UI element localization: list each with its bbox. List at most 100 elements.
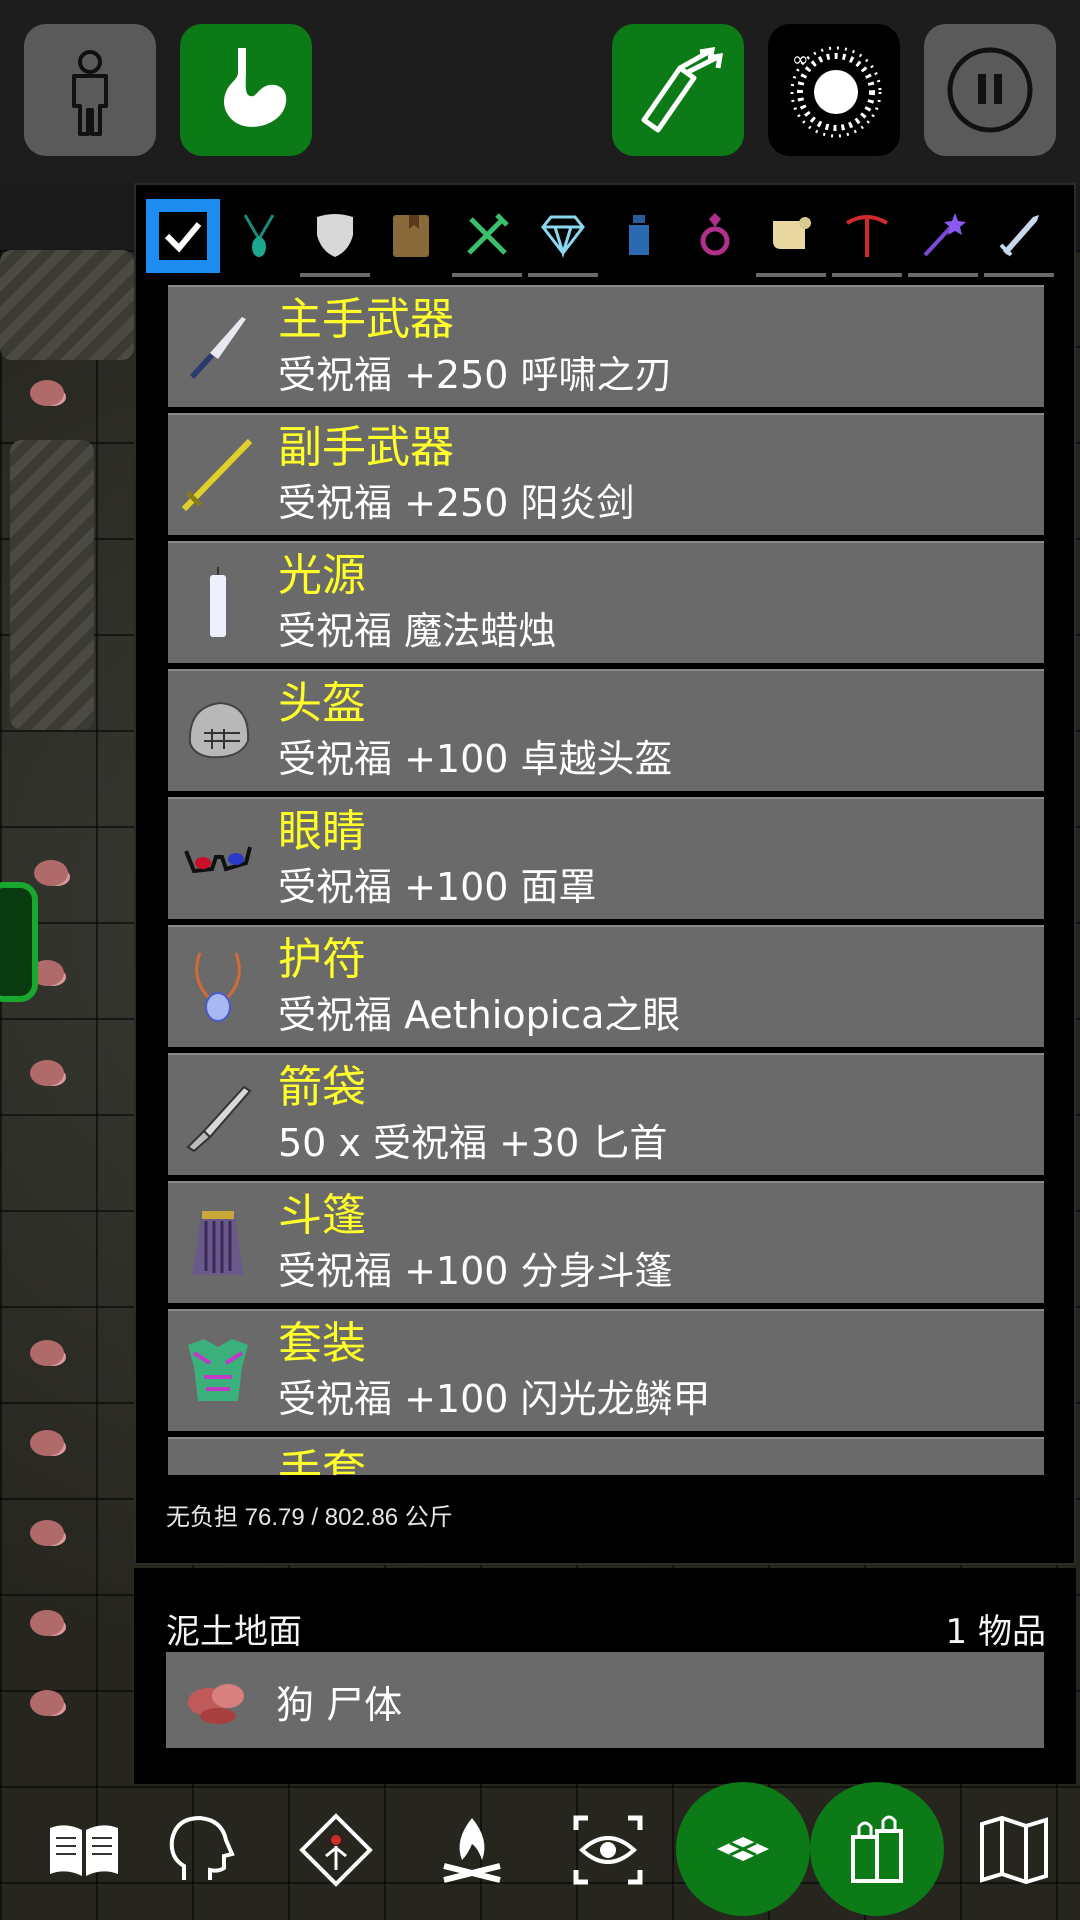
person-icon (72, 50, 108, 136)
blood-splatter (34, 860, 68, 886)
journal-button[interactable] (24, 1790, 144, 1910)
blood-splatter (30, 1060, 64, 1086)
list-item[interactable]: 眼睛 受祝福 +100 面罩 (168, 797, 1044, 919)
potion-icon (629, 215, 649, 255)
tiles-icon (717, 1837, 769, 1861)
item-name: 受祝福 +250 呼啸之刃 (278, 353, 673, 397)
item-slot: 套装 (278, 1318, 366, 1369)
side-drawer-handle[interactable] (0, 882, 38, 1002)
bags-icon (851, 1815, 903, 1883)
floor-title: 泥土地面 (166, 1612, 302, 1652)
gem-icon (541, 215, 585, 259)
floor-item[interactable]: 狗 尸体 (166, 1652, 1044, 1748)
stomach-icon (224, 48, 287, 127)
list-item[interactable]: 头盔 受祝福 +100 卓越头盔 (168, 669, 1044, 791)
item-slot: 副手武器 (278, 422, 454, 473)
list-item[interactable]: 护符 受祝福 Aethiopica之眼 (168, 925, 1044, 1047)
top-bar: ∞ (0, 0, 1080, 185)
map-button[interactable] (954, 1790, 1074, 1910)
tab-wands[interactable] (906, 195, 980, 277)
head-icon (169, 1815, 235, 1880)
dragon-armor-icon (188, 1339, 248, 1401)
floor-button[interactable] (676, 1782, 810, 1916)
item-name: 受祝福 +100 面罩 (278, 865, 597, 909)
cloak-icon (192, 1211, 244, 1275)
tab-gems[interactable] (526, 195, 600, 277)
amulet-icon (243, 214, 275, 257)
item-name: 受祝福 魔法蜡烛 (278, 609, 557, 653)
item-name: 受祝福 +100 分身斗篷 (278, 1249, 673, 1293)
tab-food[interactable] (450, 195, 524, 277)
tab-weapons[interactable] (982, 195, 1056, 277)
tab-tools[interactable] (830, 195, 904, 277)
glasses-icon (184, 846, 252, 874)
list-item[interactable]: 副手武器 受祝福 +250 阳炎剑 (168, 413, 1044, 535)
item-slot: 头盔 (278, 678, 366, 729)
list-item[interactable]: 主手武器 受祝福 +250 呼啸之刃 (168, 285, 1044, 407)
blood-splatter (30, 1690, 64, 1716)
rock-wall (0, 250, 134, 360)
look-button[interactable] (548, 1790, 668, 1910)
candle-icon (210, 567, 226, 637)
food-icon (467, 213, 509, 255)
book-icon (393, 215, 429, 257)
equipment-list[interactable]: 主手武器 受祝福 +250 呼啸之刃 副手武器 受祝福 +250 阳炎剑 光源 … (168, 285, 1046, 1475)
list-item[interactable]: 箭袋 50 x 受祝福 +30 匕首 (168, 1053, 1044, 1175)
tab-amulets[interactable] (222, 195, 296, 275)
inventory-panel: 主手武器 受祝福 +250 呼啸之刃 副手武器 受祝福 +250 阳炎剑 光源 … (134, 183, 1076, 1565)
pickaxe-icon (845, 215, 889, 257)
rest-button[interactable] (412, 1790, 532, 1910)
shield-icon (317, 214, 353, 257)
campfire-icon (443, 1818, 501, 1883)
blood-splatter (30, 1610, 64, 1636)
hunger-button[interactable] (180, 24, 312, 156)
character-button[interactable] (24, 24, 156, 156)
inventory-button[interactable] (810, 1782, 944, 1916)
rune-icon (299, 1813, 373, 1887)
golden-sword-icon (181, 438, 253, 512)
item-name: 受祝福 +250 阳炎剑 (278, 481, 635, 525)
item-slot: 眼睛 (278, 806, 366, 857)
effect-button[interactable]: ∞ (768, 24, 900, 156)
list-item[interactable]: 斗篷 受祝福 +100 分身斗篷 (168, 1181, 1044, 1303)
item-slot: 护符 (278, 934, 366, 985)
tab-scrolls[interactable] (754, 195, 828, 277)
tab-rings[interactable] (678, 195, 752, 275)
amulet-icon (195, 952, 241, 1022)
ring-icon (700, 213, 730, 256)
gloves-icon (180, 1461, 256, 1475)
svg-text:∞: ∞ (792, 47, 809, 71)
tab-books[interactable] (374, 195, 448, 275)
infinity-starburst-icon: ∞ (790, 46, 882, 138)
weight-status: 无负担 76.79 / 802.86 公斤 (166, 1504, 453, 1531)
scroll-icon (773, 217, 811, 249)
pause-icon (947, 47, 1033, 133)
tab-armor[interactable] (298, 195, 372, 277)
quiver-button[interactable] (612, 24, 744, 156)
blood-splatter (30, 1340, 64, 1366)
list-item[interactable]: 手套 (168, 1437, 1044, 1475)
quiver-icon (641, 46, 724, 133)
pause-button[interactable] (924, 24, 1056, 156)
item-slot: 手套 (278, 1446, 366, 1475)
sword-icon (999, 215, 1039, 257)
bottom-bar (0, 1782, 1080, 1920)
helmet-icon (188, 701, 250, 759)
dagger-icon (190, 317, 246, 379)
tab-all[interactable] (146, 199, 220, 273)
item-slot: 斗篷 (278, 1190, 366, 1241)
rock-wall (10, 440, 94, 730)
spells-button[interactable] (276, 1790, 396, 1910)
blood-splatter (30, 1520, 64, 1546)
blood-splatter (30, 380, 64, 406)
list-item[interactable]: 光源 受祝福 魔法蜡烛 (168, 541, 1044, 663)
all-checkbox-icon (159, 212, 207, 260)
item-slot: 光源 (278, 550, 366, 601)
tab-potions[interactable] (602, 195, 676, 275)
floor-item-name: 狗 尸体 (276, 1683, 403, 1727)
skills-button[interactable] (140, 1790, 260, 1910)
list-item[interactable]: 套装 受祝福 +100 闪光龙鳞甲 (168, 1309, 1044, 1431)
wand-icon (923, 213, 966, 257)
item-name: 受祝福 Aethiopica之眼 (278, 993, 681, 1037)
map-icon (980, 1815, 1048, 1885)
